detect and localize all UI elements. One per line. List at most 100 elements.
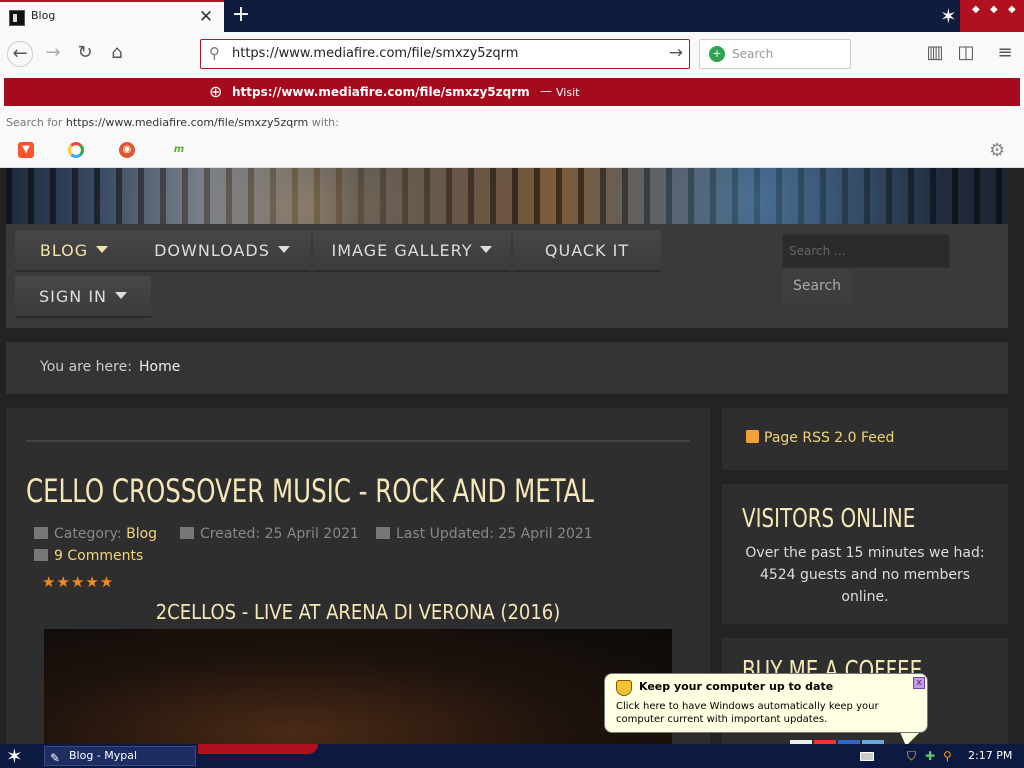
article-created: Created: 25 April 2021 xyxy=(180,526,359,542)
breadcrumb-home-link[interactable]: Home xyxy=(139,359,180,375)
duckduckgo-search-icon[interactable]: ◉ xyxy=(119,142,135,158)
article-updated: Last Updated: 25 April 2021 xyxy=(376,526,593,542)
taskbar: ✶ ✎ Blog - Mypal ⛉ ✚ ⚲ 2:17 PM xyxy=(0,744,1024,768)
clock[interactable]: 2:17 PM xyxy=(968,749,1012,762)
tab-blog[interactable]: Blog ✕ xyxy=(0,0,224,32)
search-for-text: Search for https://www.mediafire.com/fil… xyxy=(6,116,339,129)
close-icon[interactable]: x xyxy=(913,677,925,689)
library-icon[interactable]: ▥ xyxy=(922,41,948,65)
url-dropdown: ⊕ https://www.mediafire.com/file/smxzy5z… xyxy=(0,74,1024,168)
category-link[interactable]: Blog xyxy=(126,526,157,542)
navigation-toolbar: ← → ↻ ⌂ ⚲ → + ▥ ◫ ≡ xyxy=(0,32,1024,74)
tab-title: Blog xyxy=(31,9,56,22)
new-tab-icon[interactable]: + xyxy=(229,4,253,28)
article-comments: 9 Comments xyxy=(34,548,143,564)
back-icon[interactable]: ← xyxy=(7,41,33,67)
taskbar-item-blog[interactable]: ✎ Blog - Mypal xyxy=(44,746,196,766)
close-window-icon[interactable]: ◆ xyxy=(1008,4,1016,15)
search-for-suffix: with: xyxy=(311,116,339,129)
caret-down-icon xyxy=(96,246,109,253)
menu-label-sign-in: SIGN IN xyxy=(38,287,107,306)
site-nav: BLOG DOWNLOADS IMAGE GALLERY QUACK IT SI… xyxy=(6,224,1008,328)
caret-down-icon xyxy=(277,246,290,253)
url-input[interactable] xyxy=(232,46,652,61)
window-controls: ◆ ◆ ◆ xyxy=(960,0,1024,32)
site-search-button[interactable]: Search xyxy=(782,269,852,303)
rss-module: Page RSS 2.0 Feed xyxy=(722,408,1008,470)
url-bar[interactable]: ⚲ → xyxy=(200,39,690,69)
network-icon[interactable]: ✚ xyxy=(925,749,935,763)
created-date: Created: 25 April 2021 xyxy=(200,526,359,542)
updated-date: Last Updated: 25 April 2021 xyxy=(396,526,593,542)
divider xyxy=(26,440,690,442)
taskbar-decoration xyxy=(198,744,318,754)
caret-down-icon xyxy=(115,292,127,299)
notification-body: Click here to have Windows automatically… xyxy=(616,701,879,725)
close-tab-icon[interactable]: ✕ xyxy=(196,7,216,27)
gear-icon[interactable]: ⚙ xyxy=(989,140,1005,161)
search-bar[interactable]: + xyxy=(699,39,851,69)
search-tray-icon[interactable]: ⚲ xyxy=(943,749,952,763)
maximize-icon[interactable]: ◆ xyxy=(990,4,998,15)
brave-search-icon[interactable]: ▼ xyxy=(18,142,34,158)
visit-separator: — xyxy=(540,84,552,98)
site-banner xyxy=(6,168,1008,224)
taskbar-item-label: Blog - Mypal xyxy=(69,749,138,762)
menu-label-image-gallery: IMAGE GALLERY xyxy=(331,241,473,260)
search-for-prefix: Search for xyxy=(6,116,63,129)
menu-label-quack-it: QUACK IT xyxy=(544,241,630,260)
video-title: 2CELLOS - LIVE AT ARENA DI VERONA (2016) xyxy=(155,600,561,624)
menu-label-blog: BLOG xyxy=(39,241,89,260)
menu-icon[interactable]: ≡ xyxy=(992,41,1018,65)
search-icon: ⚲ xyxy=(209,44,220,62)
video-player[interactable] xyxy=(44,629,672,744)
menu-item-sign-in[interactable]: SIGN IN xyxy=(15,276,151,318)
search-input[interactable] xyxy=(732,47,842,61)
search-engine-icon[interactable]: + xyxy=(709,46,725,62)
comment-icon xyxy=(34,549,48,561)
site-search-input[interactable] xyxy=(782,234,950,268)
site-favicon-icon xyxy=(9,10,25,26)
visit-url: https://www.mediafire.com/file/smxzy5zqr… xyxy=(232,85,530,99)
breadcrumb: You are here: Home xyxy=(6,342,1008,394)
go-arrow-icon[interactable]: → xyxy=(669,43,683,63)
comments-link[interactable]: 9 Comments xyxy=(54,548,143,564)
sidebar-toggle-icon[interactable]: ◫ xyxy=(953,41,979,65)
mojeek-search-icon[interactable]: m xyxy=(171,142,187,158)
tab-strip: Blog ✕ + ✶ ◆ ◆ ◆ xyxy=(0,0,1024,32)
visitors-module: VISITORS ONLINE Over the past 15 minutes… xyxy=(722,484,1008,624)
keyboard-icon[interactable] xyxy=(860,752,874,761)
qwant-search-icon[interactable] xyxy=(68,142,84,158)
visit-row[interactable]: ⊕ https://www.mediafire.com/file/smxzy5z… xyxy=(4,78,1020,106)
menu-label-downloads: DOWNLOADS xyxy=(154,241,270,260)
update-notification[interactable]: Keep your computer up to date Click here… xyxy=(604,673,928,733)
start-button[interactable]: ✶ xyxy=(6,745,23,767)
security-shield-icon[interactable]: ⛉ xyxy=(907,749,916,763)
reload-icon[interactable]: ↻ xyxy=(72,41,98,65)
category-label: Category: xyxy=(54,526,122,542)
menu-item-downloads[interactable]: DOWNLOADS xyxy=(133,230,311,272)
calendar-icon xyxy=(376,527,390,539)
visit-label: Visit xyxy=(556,86,580,99)
shield-icon xyxy=(616,680,632,696)
forward-icon[interactable]: → xyxy=(40,41,66,65)
browser-app-icon: ✎ xyxy=(50,751,61,765)
article-title[interactable]: CELLO CROSSOVER MUSIC - ROCK AND METAL xyxy=(26,472,594,510)
rss-icon xyxy=(746,430,759,443)
minimize-icon[interactable]: ◆ xyxy=(972,4,980,15)
notification-title: Keep your computer up to date xyxy=(639,680,834,693)
menu-item-quack-it[interactable]: QUACK IT xyxy=(513,230,661,272)
menu-item-blog[interactable]: BLOG xyxy=(15,230,133,272)
rss-feed-link[interactable]: Page RSS 2.0 Feed xyxy=(746,430,894,446)
star-rating[interactable]: ★★★★★ xyxy=(42,573,114,591)
calendar-icon xyxy=(180,527,194,539)
home-icon[interactable]: ⌂ xyxy=(104,41,130,65)
star-icon: ✶ xyxy=(940,4,957,28)
article-category: Category: Blog xyxy=(34,526,157,542)
breadcrumb-prefix: You are here: xyxy=(40,359,132,375)
menu-item-image-gallery[interactable]: IMAGE GALLERY xyxy=(313,230,511,272)
rss-label: Page RSS 2.0 Feed xyxy=(764,430,895,446)
visitors-text: Over the past 15 minutes we had: 4524 gu… xyxy=(745,545,985,605)
search-for-url: https://www.mediafire.com/file/smxzy5zqr… xyxy=(65,116,309,129)
web-page: BLOG DOWNLOADS IMAGE GALLERY QUACK IT SI… xyxy=(0,168,1024,744)
